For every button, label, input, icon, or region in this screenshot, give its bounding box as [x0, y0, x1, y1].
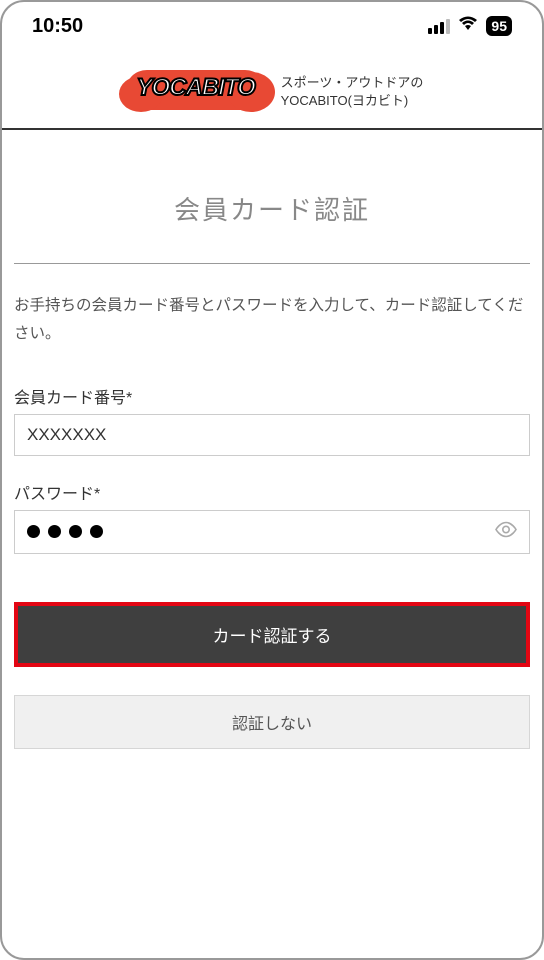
status-icons: 95 [428, 16, 512, 37]
password-input[interactable] [14, 510, 530, 554]
card-number-input[interactable] [14, 414, 530, 456]
wifi-icon [458, 16, 478, 37]
tagline-line-1: スポーツ・アウトドアの [281, 74, 424, 92]
brand-logo-text: YOCABITO [121, 74, 271, 102]
card-number-label: 会員カード番号* [14, 384, 530, 408]
brand-header: YOCABITO スポーツ・アウトドアの YOCABITO(ヨカビト) [2, 50, 542, 130]
brand-logo: YOCABITO [121, 70, 271, 114]
show-password-icon[interactable] [494, 520, 518, 543]
password-label: パスワード* [14, 480, 530, 504]
tagline-line-2: YOCABITO(ヨカビト) [281, 92, 424, 110]
brand-tagline: スポーツ・アウトドアの YOCABITO(ヨカビト) [281, 74, 424, 110]
status-bar: 10:50 95 [2, 2, 542, 50]
instructions-text: お手持ちの会員カード番号とパスワードを入力して、カード認証してください。 [14, 292, 530, 348]
skip-auth-button[interactable]: 認証しない [14, 695, 530, 749]
status-time: 10:50 [32, 15, 83, 38]
battery-icon: 95 [486, 16, 512, 36]
authenticate-button[interactable]: カード認証する [14, 602, 530, 667]
cellular-signal-icon [428, 19, 450, 34]
divider [14, 263, 530, 264]
page-title: 会員カード認証 [14, 130, 530, 263]
